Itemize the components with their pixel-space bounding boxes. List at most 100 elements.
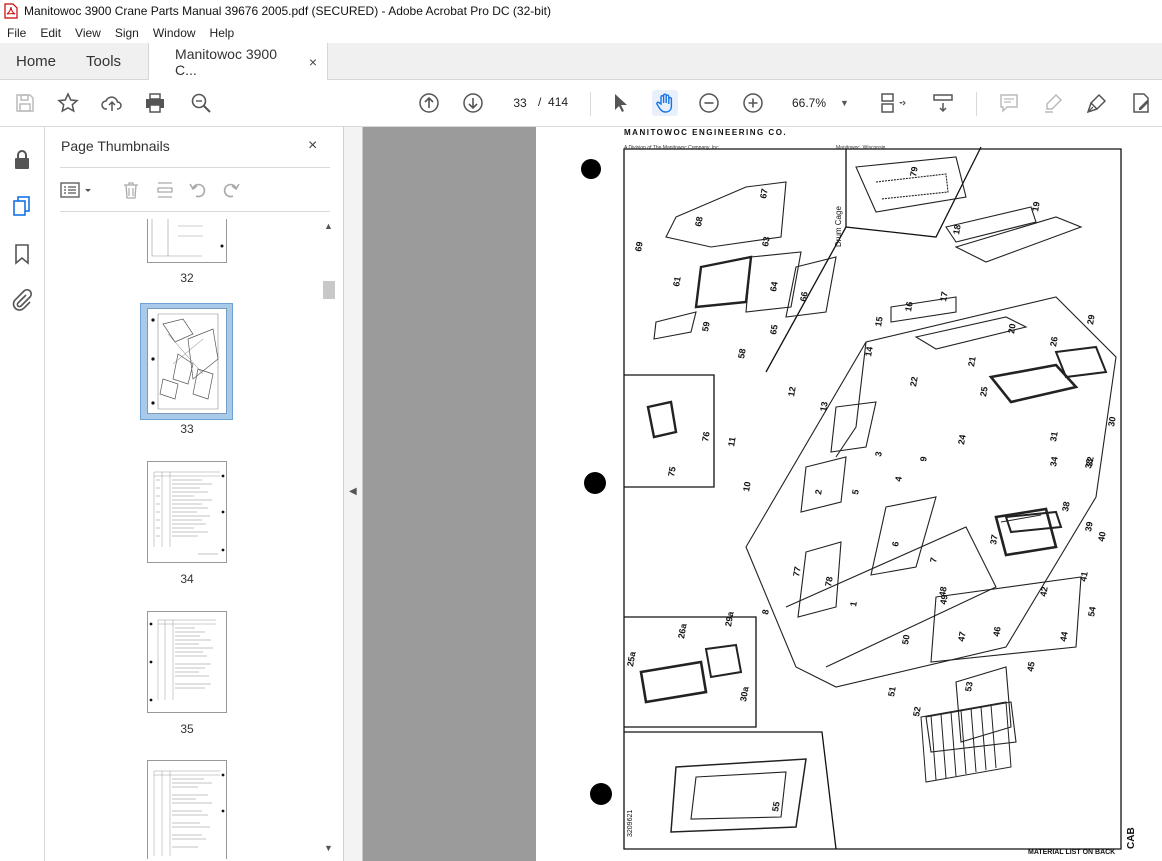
current-page-input[interactable]: 33 bbox=[505, 91, 535, 115]
thumbnail-page-34[interactable] bbox=[147, 461, 227, 563]
part-callout: 51 bbox=[886, 686, 898, 698]
extract-pages-icon[interactable] bbox=[155, 180, 175, 200]
previous-page-icon[interactable] bbox=[416, 90, 442, 116]
part-callout: 29a bbox=[723, 610, 736, 628]
thumbnail-page-36[interactable] bbox=[147, 760, 227, 859]
highlight-pen-icon[interactable] bbox=[1040, 90, 1066, 116]
bookmark-star-icon[interactable] bbox=[55, 90, 81, 116]
part-callout: 69 bbox=[633, 241, 645, 253]
thumbnail-page-32[interactable] bbox=[147, 219, 227, 263]
edit-pdf-icon[interactable] bbox=[1128, 90, 1154, 116]
rotate-left-icon[interactable] bbox=[188, 180, 208, 200]
menu-file[interactable]: File bbox=[7, 26, 26, 40]
part-callout: 34 bbox=[1048, 456, 1060, 468]
tab-tools[interactable]: Tools bbox=[72, 43, 137, 79]
menu-view[interactable]: View bbox=[75, 26, 101, 40]
part-callout: 26a bbox=[676, 622, 689, 640]
tab-home[interactable]: Home bbox=[0, 43, 72, 79]
tab-close-icon[interactable]: × bbox=[309, 54, 317, 70]
thumbnail-page-33[interactable] bbox=[147, 308, 227, 414]
tab-document[interactable]: Manitowoc 3900 C... × bbox=[148, 43, 329, 81]
pdf-page: MANITOWOC ENGINEERING CO. A Division of … bbox=[536, 127, 1162, 861]
zoom-in-icon[interactable] bbox=[740, 90, 766, 116]
save-icon[interactable] bbox=[12, 90, 38, 116]
page-thumbnails-icon[interactable] bbox=[11, 195, 33, 217]
part-callout: 44 bbox=[1058, 631, 1070, 643]
panel-collapse-handle[interactable]: ◀ bbox=[344, 127, 363, 861]
zoom-out-icon[interactable] bbox=[696, 90, 722, 116]
drawing-number: 3209621 bbox=[627, 810, 634, 837]
part-callout: 31 bbox=[1048, 431, 1060, 443]
panel-close-icon[interactable]: × bbox=[308, 137, 317, 155]
panel-title: Page Thumbnails bbox=[61, 138, 170, 154]
rotate-right-icon[interactable] bbox=[221, 180, 241, 200]
part-callout: 49 bbox=[938, 594, 950, 606]
lock-icon[interactable] bbox=[11, 149, 33, 171]
part-callout: 38 bbox=[1060, 501, 1072, 513]
scroll-down-arrow-icon[interactable]: ▼ bbox=[324, 843, 333, 853]
part-callout: 55 bbox=[770, 801, 782, 813]
part-callout: 5 bbox=[850, 489, 861, 496]
chevron-down-icon: ▼ bbox=[840, 98, 849, 108]
part-callout: 2 bbox=[813, 489, 824, 496]
menu-edit[interactable]: Edit bbox=[40, 26, 61, 40]
part-callout: 66 bbox=[798, 291, 810, 303]
part-callout: 37 bbox=[988, 534, 1000, 546]
collapse-arrow-icon[interactable]: ◀ bbox=[349, 486, 357, 497]
hand-tool-icon[interactable] bbox=[652, 90, 678, 116]
thumbnail-label: 34 bbox=[180, 572, 194, 586]
print-icon[interactable] bbox=[142, 90, 168, 116]
thumbnail-options-icon[interactable] bbox=[60, 181, 94, 199]
select-cursor-icon[interactable] bbox=[607, 90, 633, 116]
menu-sign[interactable]: Sign bbox=[115, 26, 139, 40]
part-callout: 25a bbox=[625, 650, 638, 668]
part-callout: 39 bbox=[1083, 521, 1095, 533]
total-pages: 414 bbox=[548, 95, 569, 109]
comment-icon[interactable] bbox=[996, 90, 1022, 116]
part-callout: 13 bbox=[818, 401, 830, 413]
scroll-mode-icon[interactable] bbox=[930, 90, 956, 116]
menu-bar: File Edit View Sign Window Help bbox=[0, 22, 1162, 43]
part-callout: 3 bbox=[873, 451, 884, 458]
thumbnail-page-35[interactable] bbox=[147, 611, 227, 713]
upload-cloud-icon[interactable] bbox=[99, 90, 125, 116]
part-callout: 26 bbox=[1048, 336, 1060, 348]
attachment-paperclip-icon[interactable] bbox=[11, 288, 33, 311]
part-callout: 40 bbox=[1096, 531, 1108, 543]
part-callout: 68 bbox=[693, 216, 705, 228]
part-callout: 20 bbox=[1006, 323, 1018, 335]
part-callout: 14 bbox=[863, 346, 875, 358]
part-callout: 30a bbox=[738, 685, 751, 703]
part-callout: 52 bbox=[911, 706, 923, 718]
toolbar-divider bbox=[976, 92, 977, 116]
next-page-icon[interactable] bbox=[460, 90, 486, 116]
page-separator: / bbox=[538, 95, 542, 109]
zoom-search-icon[interactable] bbox=[188, 90, 214, 116]
part-callout: 11 bbox=[726, 436, 738, 447]
document-viewer[interactable]: MANITOWOC ENGINEERING CO. A Division of … bbox=[363, 127, 1162, 861]
page-fit-width-icon[interactable] bbox=[876, 90, 912, 116]
part-callout: 33 bbox=[1083, 458, 1095, 470]
part-callout: 58 bbox=[736, 348, 748, 360]
thumbnail-label: 35 bbox=[180, 722, 194, 736]
part-callout: 4 bbox=[893, 476, 904, 483]
part-callout: 25 bbox=[978, 386, 990, 398]
thumbnail-scrollbar[interactable]: ▲ ▼ bbox=[322, 219, 336, 859]
part-callout: 21 bbox=[966, 356, 978, 368]
left-navigation-rail bbox=[0, 127, 45, 861]
menu-window[interactable]: Window bbox=[153, 26, 196, 40]
sign-pen-icon[interactable] bbox=[1084, 90, 1110, 116]
part-callout: 9 bbox=[918, 456, 929, 463]
bookmark-icon[interactable] bbox=[11, 243, 33, 265]
part-callout: 7 bbox=[928, 557, 939, 564]
page-header-company: MANITOWOC ENGINEERING CO. bbox=[624, 128, 787, 137]
scrollbar-thumb[interactable] bbox=[323, 281, 335, 299]
part-callout: 76 bbox=[700, 431, 712, 443]
part-callout: 75 bbox=[666, 466, 678, 478]
part-callout: 16 bbox=[903, 301, 915, 313]
zoom-level-value: 66.7% bbox=[792, 96, 827, 110]
scroll-up-arrow-icon[interactable]: ▲ bbox=[324, 221, 333, 231]
zoom-level-dropdown[interactable]: 66.7% ▼ bbox=[786, 91, 854, 115]
menu-help[interactable]: Help bbox=[210, 26, 235, 40]
delete-trash-icon[interactable] bbox=[121, 180, 141, 200]
